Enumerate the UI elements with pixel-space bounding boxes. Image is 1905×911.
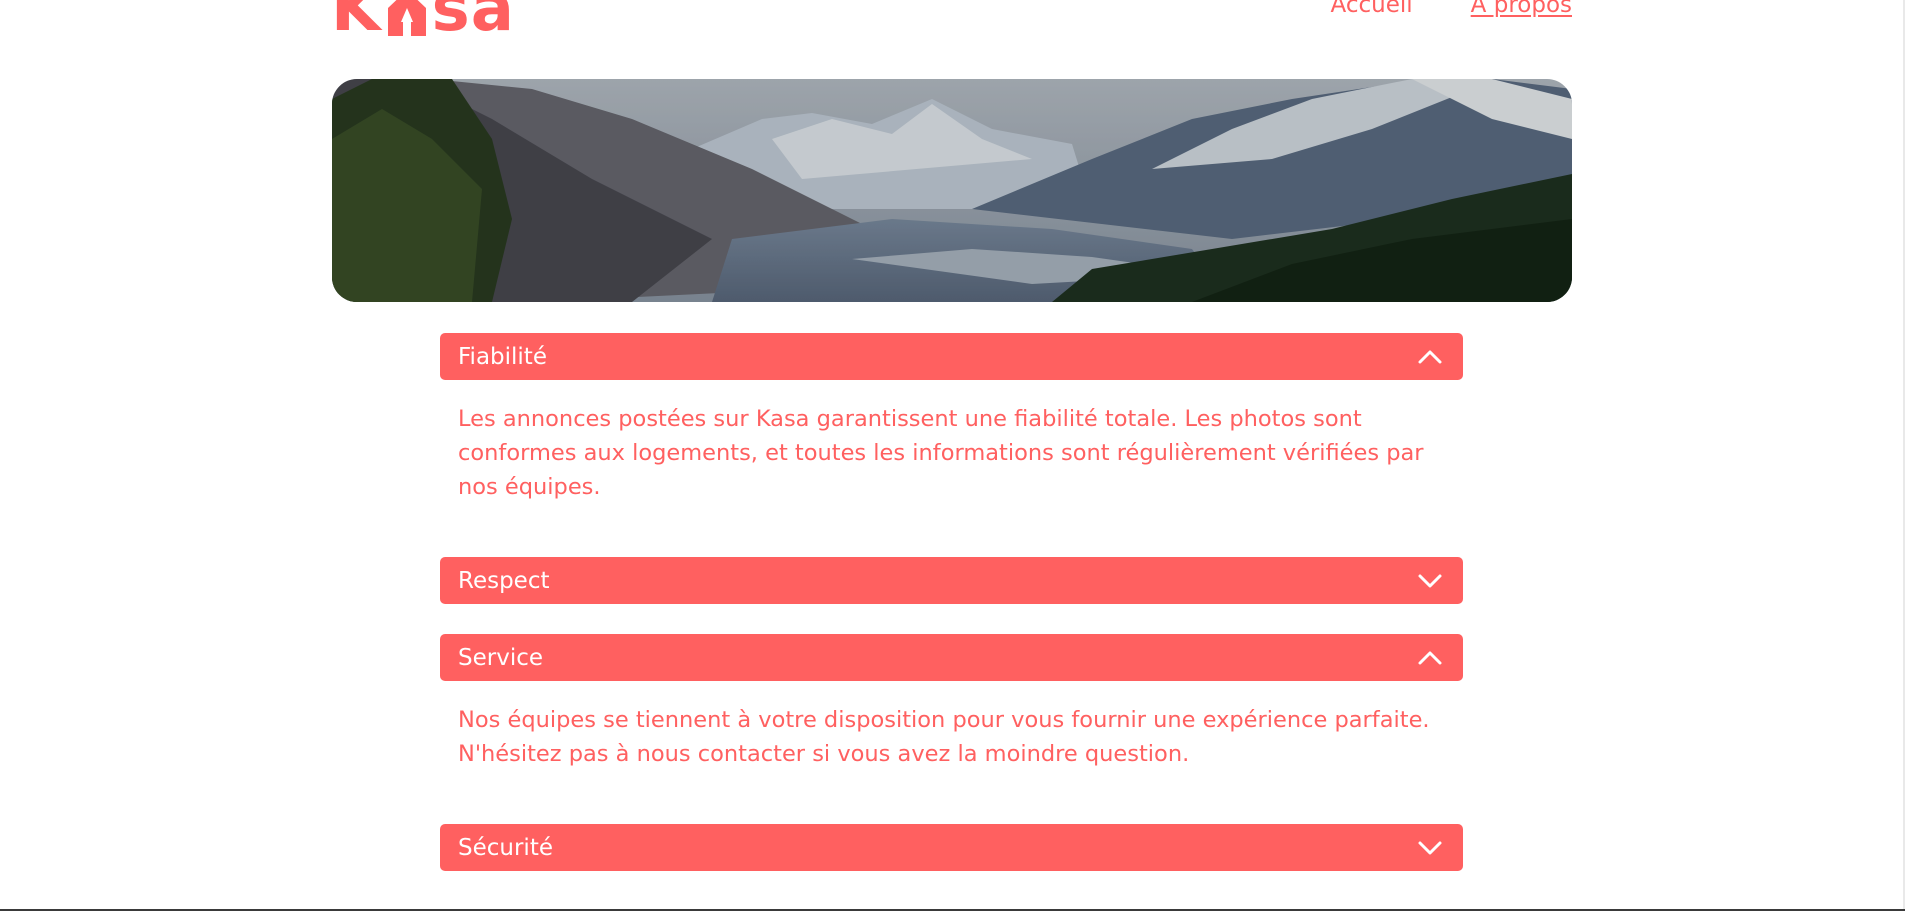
nav-link-a-propos[interactable]: A propos: [1471, 0, 1572, 18]
accordion-header-fiabilite[interactable]: Fiabilité: [440, 333, 1463, 380]
accordion-header-service[interactable]: Service: [440, 634, 1463, 681]
accordion-content: Les annonces postées sur Kasa garantisse…: [458, 406, 1424, 500]
accordion-title: Sécurité: [458, 834, 553, 861]
accordion-title: Fiabilité: [458, 343, 547, 370]
accordion-title: Respect: [458, 567, 550, 594]
accordion-title: Service: [458, 644, 544, 671]
chevron-down-icon[interactable]: [1416, 567, 1444, 595]
logo-letter-k: K: [331, 0, 382, 46]
accordion-header-securite[interactable]: Sécurité: [440, 824, 1463, 871]
accordion-securite: Sécurité: [440, 824, 1463, 871]
kasa-logo[interactable]: K sa: [331, 0, 515, 46]
accordion-respect: Respect: [440, 557, 1463, 604]
banner-image: [332, 79, 1572, 302]
chevron-up-icon[interactable]: [1416, 343, 1444, 371]
chevron-down-icon[interactable]: [1416, 834, 1444, 862]
house-icon: [384, 0, 430, 37]
logo-letters-sa: sa: [431, 0, 515, 46]
nav-link-accueil[interactable]: Accueil: [1331, 0, 1413, 18]
accordion-content: Nos équipes se tiennent à votre disposit…: [458, 707, 1430, 767]
accordion-header-respect[interactable]: Respect: [440, 557, 1463, 604]
main-nav: Accueil A propos: [1331, 0, 1572, 18]
chevron-up-icon[interactable]: [1416, 644, 1444, 672]
accordion-service: Service Nos équipes se tiennent à votre …: [440, 634, 1463, 771]
accordion-fiabilite: Fiabilité Les annonces postées sur Kasa …: [440, 333, 1463, 504]
